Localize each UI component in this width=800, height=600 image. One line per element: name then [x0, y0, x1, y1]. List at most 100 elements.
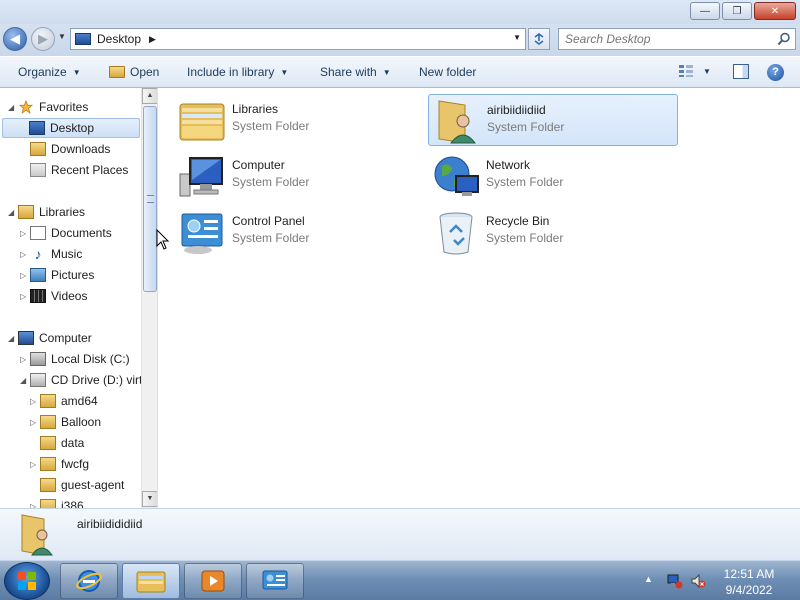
open-button[interactable]: Open: [109, 65, 159, 79]
organize-button[interactable]: Organize ▼: [18, 65, 81, 79]
tree-label-pictures: Pictures: [51, 268, 95, 282]
expanded-arrow-icon[interactable]: ◢: [20, 376, 30, 385]
breadcrumb-chevron-icon[interactable]: ▶: [149, 34, 156, 45]
tree-label-fwcfg: fwcfg: [61, 457, 90, 471]
preview-pane-icon[interactable]: [733, 64, 749, 79]
collapsed-arrow-icon[interactable]: ▷: [30, 418, 40, 427]
tree-label-music: Music: [51, 247, 83, 261]
taskbar-control-panel[interactable]: [246, 563, 304, 599]
network-icon: [434, 156, 479, 196]
collapsed-arrow-icon[interactable]: ▷: [20, 292, 30, 301]
search-icon[interactable]: [777, 32, 791, 46]
windows-explorer-icon: [136, 571, 166, 593]
tree-computer[interactable]: ◢ Computer: [8, 328, 92, 348]
item-user-folder[interactable]: airibiidiidiid System Folder: [428, 94, 678, 146]
expanded-arrow-icon[interactable]: ◢: [8, 103, 18, 112]
tree-fwcfg[interactable]: ▷ fwcfg: [30, 454, 89, 474]
tree-videos[interactable]: ▷ Videos: [20, 286, 87, 306]
nav-scrollbar[interactable]: ▲ ▼: [141, 88, 157, 508]
include-in-library-button[interactable]: Include in library ▼: [187, 65, 288, 79]
search-input[interactable]: [559, 29, 769, 49]
volume-muted-icon[interactable]: [690, 573, 706, 589]
new-folder-button[interactable]: New folder: [419, 65, 476, 79]
address-bar[interactable]: Desktop ▶ ▼: [70, 28, 526, 50]
tree-desktop[interactable]: Desktop: [2, 118, 140, 138]
collapsed-arrow-icon[interactable]: ▷: [30, 460, 40, 469]
network-tray-icon[interactable]: [667, 573, 683, 589]
collapsed-arrow-icon[interactable]: ▷: [30, 397, 40, 406]
tree-pictures[interactable]: ▷ Pictures: [20, 265, 94, 285]
navigation-pane: ◢ Favorites Desktop Downloads Recent Pla…: [0, 88, 158, 508]
item-recycle-bin[interactable]: Recycle Bin System Folder: [428, 206, 678, 258]
collapsed-arrow-icon[interactable]: ▷: [20, 229, 30, 238]
internet-explorer-icon: [76, 570, 102, 592]
control-panel-icon: [262, 570, 288, 590]
item-libraries[interactable]: Libraries System Folder: [174, 94, 424, 146]
collapsed-arrow-icon[interactable]: ▷: [20, 271, 30, 280]
tree-data[interactable]: data: [40, 433, 84, 453]
tree-local-disk[interactable]: ▷ Local Disk (C:): [20, 349, 130, 369]
back-button[interactable]: ◀: [3, 27, 27, 51]
share-with-label: Share with: [320, 65, 377, 79]
refresh-icon: [534, 33, 544, 45]
show-hidden-icons-icon[interactable]: ▲: [644, 574, 653, 584]
address-history-chevron-down-icon[interactable]: ▼: [513, 33, 521, 42]
item-network[interactable]: Network System Folder: [428, 150, 678, 202]
taskbar-clock[interactable]: 12:51 AM 9/4/2022: [716, 566, 782, 598]
scroll-thumb[interactable]: [143, 106, 157, 292]
recycle-bin-icon: [439, 212, 473, 255]
item-control-panel[interactable]: Control Panel System Folder: [174, 206, 424, 258]
tree-label-data: data: [61, 436, 85, 450]
start-button[interactable]: [4, 562, 50, 600]
expanded-arrow-icon[interactable]: ◢: [8, 334, 18, 343]
collapsed-arrow-icon[interactable]: ▷: [20, 250, 30, 259]
scroll-up-arrow-icon[interactable]: ▲: [142, 88, 157, 104]
cd-drive-icon: [30, 373, 46, 387]
tree-label-balloon: Balloon: [61, 415, 102, 429]
item-computer[interactable]: Computer System Folder: [174, 150, 424, 202]
change-view-icon[interactable]: [678, 64, 694, 78]
tree-documents[interactable]: ▷ Documents: [20, 223, 112, 243]
user-folder-icon: [21, 514, 53, 556]
scroll-down-arrow-icon[interactable]: ▼: [142, 491, 157, 507]
open-label: Open: [130, 65, 160, 79]
item-name: Recycle Bin: [486, 214, 550, 228]
view-options-chevron-down-icon[interactable]: ▼: [703, 67, 711, 76]
media-player-icon: [201, 570, 225, 592]
forward-button[interactable]: ▶: [31, 27, 55, 51]
tree-cd-drive[interactable]: ◢ CD Drive (D:) virt: [20, 370, 142, 390]
minimize-button[interactable]: —: [690, 2, 720, 20]
tree-balloon[interactable]: ▷ Balloon: [30, 412, 101, 432]
tree-guest-agent[interactable]: guest-agent: [40, 475, 124, 495]
command-bar: Organize ▼ Open Include in library ▼ Sha…: [0, 56, 800, 88]
tree-label-computer: Computer: [39, 331, 92, 345]
tree-libraries[interactable]: ◢ Libraries: [8, 202, 85, 222]
breadcrumb-desktop[interactable]: Desktop: [97, 32, 141, 46]
taskbar-internet-explorer[interactable]: [60, 563, 118, 599]
address-row: ◀ ▶ ▼ Desktop ▶ ▼: [0, 24, 800, 56]
taskbar-media-player[interactable]: [184, 563, 242, 599]
close-button[interactable]: ✕: [754, 2, 796, 20]
control-panel-icon: [181, 213, 223, 254]
tree-downloads[interactable]: Downloads: [30, 139, 110, 159]
tree-amd64[interactable]: ▷ amd64: [30, 391, 98, 411]
tree-recent-places[interactable]: Recent Places: [30, 160, 128, 180]
share-with-button[interactable]: Share with ▼: [320, 65, 391, 79]
tree-label-downloads: Downloads: [51, 142, 111, 156]
search-box[interactable]: [558, 28, 796, 50]
expanded-arrow-icon[interactable]: ◢: [8, 208, 18, 217]
item-type: System Folder: [232, 175, 310, 189]
hard-drive-icon: [30, 352, 46, 366]
refresh-button[interactable]: [528, 28, 550, 50]
tree-music[interactable]: ▷ ♪ Music: [20, 244, 82, 264]
tree-favorites[interactable]: ◢ Favorites: [8, 97, 88, 117]
tree-i386[interactable]: ▷ i386: [30, 496, 84, 508]
details-selected-name: airibiidididiid: [77, 517, 143, 531]
tree-label-amd64: amd64: [61, 394, 98, 408]
help-icon[interactable]: ?: [767, 64, 784, 81]
taskbar-windows-explorer[interactable]: [122, 563, 180, 599]
maximize-button[interactable]: ❐: [722, 2, 752, 20]
item-type: System Folder: [232, 119, 310, 133]
collapsed-arrow-icon[interactable]: ▷: [20, 355, 30, 364]
recent-pages-chevron-down-icon[interactable]: ▼: [58, 32, 66, 41]
